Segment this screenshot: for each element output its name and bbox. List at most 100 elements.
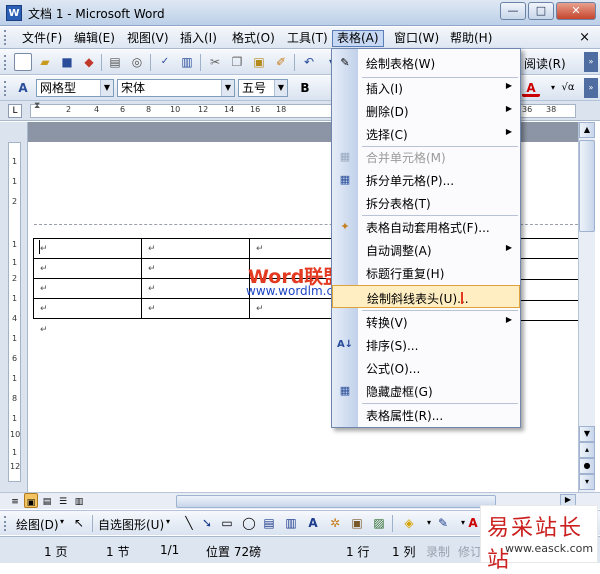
- scroll-down-icon[interactable]: ▼: [579, 426, 595, 442]
- tab-stop-selector[interactable]: L: [8, 104, 22, 118]
- research-icon[interactable]: ▥: [178, 53, 196, 71]
- menu-help[interactable]: 帮助(H): [446, 30, 496, 47]
- scroll-thumb[interactable]: [579, 140, 595, 232]
- menu-item-draw-table[interactable]: ✎ 绘制表格(W): [332, 51, 520, 74]
- status-track-changes[interactable]: 修订: [458, 543, 482, 560]
- vertical-ruler[interactable]: 1 1 2 1 1 2 1 4 1 6 1 8 1 10 1 12: [0, 122, 28, 492]
- menu-format[interactable]: 格式(O): [228, 30, 279, 47]
- menu-item-convert[interactable]: 转换(V) ▶: [332, 310, 520, 333]
- previous-page-icon[interactable]: ▴: [579, 442, 595, 458]
- reading-view-icon[interactable]: ▥: [72, 493, 86, 508]
- menu-item-hide-gridlines[interactable]: ▦ 隐藏虚框(G): [332, 379, 520, 402]
- menu-item-draw-diagonal-header[interactable]: 绘制斜线表头(U)...: [332, 285, 520, 308]
- outline-view-icon[interactable]: ☰: [56, 493, 70, 508]
- menu-item-insert[interactable]: 插入(I) ▶: [332, 76, 520, 99]
- doc-close-icon[interactable]: ×: [579, 30, 590, 45]
- oval-icon[interactable]: ◯: [240, 514, 258, 532]
- read-button[interactable]: 阅读(R): [524, 55, 566, 72]
- styles-pane-icon[interactable]: A: [14, 79, 32, 97]
- style-combo[interactable]: 网格型 ▼: [36, 79, 114, 97]
- line-icon[interactable]: ╲: [180, 514, 198, 532]
- open-folder-icon[interactable]: ▰: [36, 53, 54, 71]
- line-color-icon[interactable]: ✎: [434, 514, 452, 532]
- arrow-icon[interactable]: ➘: [198, 514, 216, 532]
- undo-icon[interactable]: ↶: [300, 53, 318, 71]
- font-combo[interactable]: 宋体 ▼: [117, 79, 235, 97]
- menu-item-merge-cells[interactable]: ▦ 合并单元格(M): [332, 145, 520, 168]
- copy-icon[interactable]: ❐: [228, 53, 246, 71]
- menu-item-table-properties[interactable]: 表格属性(R)...: [332, 403, 520, 426]
- browse-object-icon[interactable]: ●: [579, 458, 595, 474]
- menu-tools[interactable]: 工具(T): [283, 30, 332, 47]
- diagram-icon[interactable]: ✲: [326, 514, 344, 532]
- menu-item-autoformat[interactable]: ✦ 表格自动套用格式(F)...: [332, 215, 520, 238]
- close-button[interactable]: ✕: [556, 2, 596, 20]
- table-cell[interactable]: ↵: [33, 278, 142, 299]
- table-cell[interactable]: ↵: [141, 298, 250, 319]
- menu-item-autofit[interactable]: 自动调整(A) ▶: [332, 238, 520, 261]
- vertical-scrollbar[interactable]: ▲ ▼ ▴ ● ▾: [578, 122, 595, 492]
- bold-button[interactable]: B: [296, 79, 314, 97]
- cut-icon[interactable]: ✂: [206, 53, 224, 71]
- menu-edit[interactable]: 编辑(E): [70, 30, 119, 47]
- grip-icon[interactable]: [4, 81, 7, 96]
- wordart-icon[interactable]: A: [304, 514, 322, 532]
- menu-item-delete[interactable]: 删除(D) ▶: [332, 99, 520, 122]
- chevron-down-icon[interactable]: ▾: [60, 517, 64, 526]
- print-preview-icon[interactable]: ◎: [128, 53, 146, 71]
- status-record[interactable]: 录制: [426, 543, 450, 560]
- word-app-icon[interactable]: W: [6, 5, 22, 21]
- table-cell[interactable]: ↵: [141, 238, 250, 259]
- menu-insert[interactable]: 插入(I): [176, 30, 221, 47]
- save-icon[interactable]: ■: [58, 53, 76, 71]
- chevron-down-icon[interactable]: ▼: [100, 80, 113, 96]
- menu-file[interactable]: 文件(F): [18, 30, 66, 47]
- chevron-down-icon[interactable]: ▼: [221, 80, 234, 96]
- web-view-icon[interactable]: ▣: [24, 493, 38, 508]
- new-document-icon[interactable]: [14, 53, 32, 71]
- menu-item-heading-rows-repeat[interactable]: 标题行重复(H): [332, 261, 520, 284]
- normal-view-icon[interactable]: ≡: [8, 493, 22, 508]
- menu-view[interactable]: 视图(V): [123, 30, 173, 47]
- paste-icon[interactable]: ▣: [250, 53, 268, 71]
- menu-item-split-table[interactable]: 拆分表格(T): [332, 191, 520, 214]
- table-cell[interactable]: ↵: [141, 278, 250, 299]
- horizontal-scroll-thumb[interactable]: [176, 495, 496, 508]
- chevron-down-icon[interactable]: ▼: [274, 80, 287, 96]
- draw-menu-button[interactable]: 绘图(D): [16, 516, 59, 533]
- menu-window[interactable]: 窗口(W): [390, 30, 443, 47]
- menu-table[interactable]: 表格(A): [332, 30, 384, 47]
- format-painter-icon[interactable]: ✐: [272, 53, 290, 71]
- maximize-button[interactable]: □: [528, 2, 554, 20]
- grip-icon[interactable]: [4, 30, 7, 45]
- indent-marker-icon[interactable]: ⧗: [34, 101, 40, 111]
- rectangle-icon[interactable]: ▭: [218, 514, 236, 532]
- chevron-down-icon[interactable]: ▾: [166, 517, 170, 526]
- picture-icon[interactable]: ▨: [370, 514, 388, 532]
- menu-item-formula[interactable]: 公式(O)...: [332, 356, 520, 379]
- grip-icon[interactable]: [4, 516, 7, 531]
- menu-item-select[interactable]: 选择(C) ▶: [332, 122, 520, 145]
- table-cell[interactable]: ↵: [141, 258, 250, 279]
- select-objects-icon[interactable]: ↖: [70, 514, 88, 532]
- equation-button[interactable]: √α: [557, 79, 579, 97]
- menu-item-sort[interactable]: A↓ 排序(S)...: [332, 333, 520, 356]
- textbox-icon[interactable]: ▤: [260, 514, 278, 532]
- fill-color-icon[interactable]: ◈: [400, 514, 418, 532]
- table-cell[interactable]: ↵: [33, 258, 142, 279]
- font-color-button[interactable]: A: [522, 79, 540, 97]
- permission-icon[interactable]: ◆: [80, 53, 98, 71]
- vertical-textbox-icon[interactable]: ▥: [282, 514, 300, 532]
- grip-icon[interactable]: [4, 55, 7, 70]
- minimize-button[interactable]: —: [500, 2, 526, 20]
- print-icon[interactable]: ▤: [106, 53, 124, 71]
- font-size-combo[interactable]: 五号 ▼: [238, 79, 288, 97]
- table-cell[interactable]: ↵: [33, 238, 142, 259]
- toolbar-options-icon[interactable]: »: [584, 52, 598, 72]
- next-page-icon[interactable]: ▾: [579, 474, 595, 490]
- scroll-up-icon[interactable]: ▲: [579, 122, 595, 138]
- autoshapes-button[interactable]: 自选图形(U): [98, 516, 164, 533]
- clipart-icon[interactable]: ▣: [348, 514, 366, 532]
- toolbar-options-icon[interactable]: »: [584, 78, 598, 98]
- table-cell[interactable]: ↵: [33, 298, 142, 319]
